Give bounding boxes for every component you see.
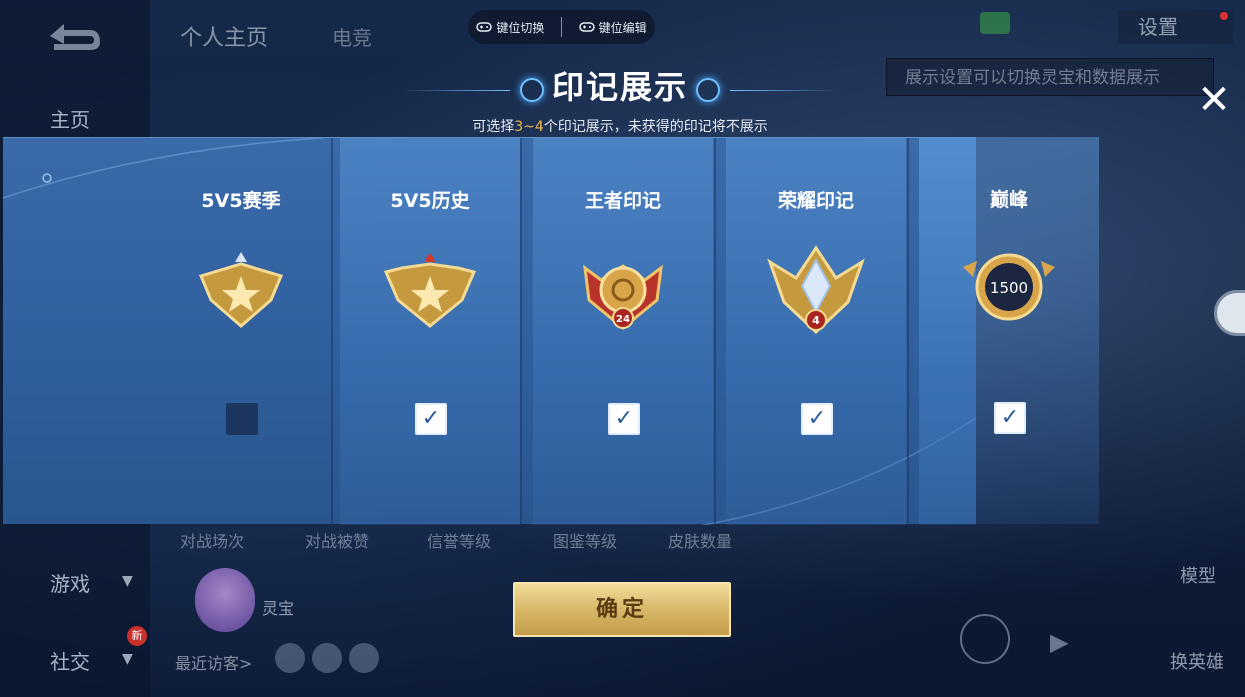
card-divider bbox=[331, 138, 333, 525]
title-ornament-icon bbox=[696, 78, 720, 102]
stat-label: 图鉴等级 bbox=[553, 532, 618, 551]
emblem-card[interactable]: 5V5历史 ✓ bbox=[340, 138, 520, 525]
title-ornament-icon bbox=[520, 78, 544, 102]
divider bbox=[561, 17, 562, 37]
modal-header: 印记展示 可选择3~4个印记展示，未获得的印记将不展示 bbox=[400, 50, 840, 136]
emblem-checkbox[interactable]: ✓ bbox=[801, 403, 833, 435]
visitor-avatar[interactable] bbox=[312, 643, 342, 673]
emblem-panel: 5V5赛季 5V5历史 ✓ 王者印记 24 ✓ 荣耀印记 4 ✓ bbox=[3, 137, 976, 525]
new-badge: 新 bbox=[127, 626, 147, 646]
badge-number: 4 bbox=[812, 314, 820, 327]
confirm-button[interactable]: 确定 bbox=[513, 582, 731, 637]
modal-subtitle: 可选择3~4个印记展示，未获得的印记将不展示 bbox=[400, 116, 840, 136]
back-icon[interactable] bbox=[40, 18, 104, 54]
chevron-down-icon: ▼ bbox=[122, 651, 133, 667]
nav-social[interactable]: 社交 bbox=[50, 646, 90, 675]
stat-label: 对战被赞 bbox=[305, 532, 370, 551]
lingbao-label: 灵宝 bbox=[262, 599, 295, 618]
play-icon[interactable]: ▶ bbox=[1050, 628, 1068, 656]
wechat-icon[interactable] bbox=[980, 12, 1010, 34]
emblem-card[interactable]: 5V5赛季 bbox=[151, 138, 331, 525]
subtitle-range: 3~4 bbox=[514, 119, 544, 135]
action-round-button[interactable] bbox=[960, 614, 1010, 664]
emblem-checkbox[interactable]: ✓ bbox=[608, 403, 640, 435]
recent-visitors-link[interactable]: 最近访客> bbox=[175, 650, 252, 674]
key-switch-label: 键位切换 bbox=[496, 20, 545, 35]
gamepad-icon bbox=[476, 22, 493, 32]
badge-number: 24 bbox=[616, 314, 630, 325]
emblem-checkbox[interactable] bbox=[226, 403, 258, 435]
chevron-down-icon: ▼ bbox=[122, 573, 133, 589]
emblem-label: 5V5赛季 bbox=[201, 190, 281, 212]
notification-dot bbox=[1220, 12, 1228, 20]
tab-esports[interactable]: 电竞 bbox=[332, 22, 372, 51]
stat-label: 对战场次 bbox=[180, 532, 245, 551]
emblem-checkbox[interactable]: ✓ bbox=[994, 402, 1026, 434]
peak-emblem-icon: 1500 bbox=[963, 253, 1055, 321]
gamepad-icon bbox=[578, 22, 595, 32]
visitor-avatar[interactable] bbox=[349, 643, 379, 673]
key-edit-label: 键位编辑 bbox=[598, 20, 647, 35]
stat-label: 信誉等级 bbox=[427, 532, 492, 551]
emblem-label: 巅峰 bbox=[989, 189, 1028, 211]
model-button[interactable]: 模型 bbox=[1180, 562, 1216, 588]
king-emblem-icon: 24 bbox=[583, 264, 663, 330]
emblem-label: 荣耀印记 bbox=[777, 190, 854, 212]
card-divider bbox=[714, 138, 716, 525]
modal-title: 印记展示 bbox=[551, 68, 688, 106]
card-divider bbox=[907, 138, 909, 525]
key-edit-button[interactable]: 键位编辑 bbox=[578, 19, 647, 36]
card-divider bbox=[520, 138, 522, 525]
badge-number: 1500 bbox=[990, 279, 1028, 297]
nav-game[interactable]: 游戏 bbox=[50, 568, 90, 597]
nav-home[interactable]: 主页 bbox=[50, 104, 90, 133]
stat-label: 皮肤数量 bbox=[668, 532, 733, 551]
glory-emblem-icon: 4 bbox=[767, 245, 865, 335]
display-hint: 展示设置可以切换灵宝和数据展示 bbox=[886, 58, 1214, 96]
subtitle-text: 个印记展示，未获得的印记将不展示 bbox=[543, 119, 768, 135]
emblem-card[interactable]: 荣耀印记 4 ✓ bbox=[726, 138, 906, 525]
season-shield-icon bbox=[198, 252, 284, 328]
key-toolbar: 键位切换 键位编辑 bbox=[468, 10, 655, 44]
title-line-right bbox=[730, 90, 840, 91]
lingbao-avatar[interactable] bbox=[195, 568, 255, 632]
emblem-card[interactable]: 巅峰 1500 ✓ bbox=[919, 137, 1099, 524]
emblem-label: 王者印记 bbox=[584, 190, 661, 212]
emblem-card[interactable]: 王者印记 24 ✓ bbox=[533, 138, 713, 525]
tab-profile[interactable]: 个人主页 bbox=[180, 20, 268, 52]
settings-button[interactable]: 设置 bbox=[1118, 10, 1233, 44]
switch-hero-button[interactable]: 换英雄 bbox=[1170, 648, 1224, 674]
visitor-avatar[interactable] bbox=[275, 643, 305, 673]
history-shield-icon bbox=[383, 254, 477, 328]
close-icon[interactable]: ✕ bbox=[1194, 80, 1234, 120]
emblem-label: 5V5历史 bbox=[390, 190, 470, 212]
title-line-left bbox=[400, 90, 510, 91]
subtitle-text: 可选择 bbox=[472, 119, 515, 135]
emblem-checkbox[interactable]: ✓ bbox=[415, 403, 447, 435]
key-switch-button[interactable]: 键位切换 bbox=[476, 19, 544, 36]
